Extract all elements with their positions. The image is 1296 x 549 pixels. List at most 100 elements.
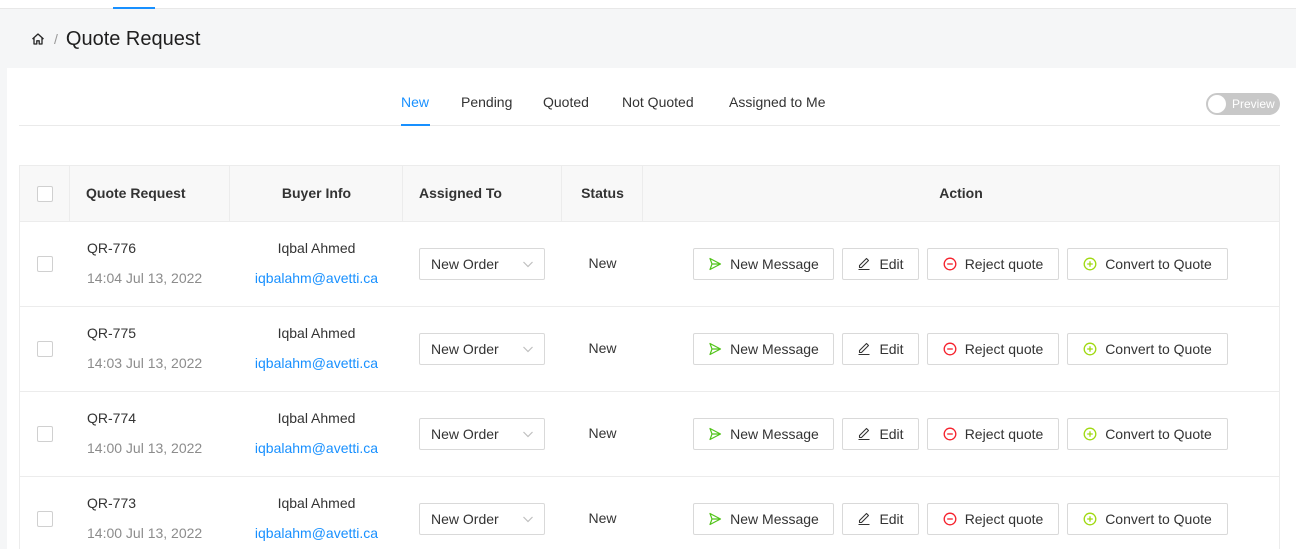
table-row: QR-774 14:00 Jul 13, 2022 Iqbal Ahmed iq… <box>20 392 1279 477</box>
edit-label: Edit <box>879 426 904 442</box>
minus-circle-icon <box>943 512 957 526</box>
column-header-assigned-to: Assigned To <box>419 185 502 201</box>
edit-button[interactable]: Edit <box>842 503 919 535</box>
quote-request-date: 14:00 Jul 13, 2022 <box>87 440 203 456</box>
plus-circle-icon <box>1083 512 1097 526</box>
plus-circle-icon <box>1083 257 1097 271</box>
send-icon <box>709 257 722 271</box>
quote-request-id[interactable]: QR-775 <box>87 325 136 341</box>
reject-quote-label: Reject quote <box>964 511 1044 527</box>
edit-label: Edit <box>879 256 904 272</box>
quote-request-id[interactable]: QR-773 <box>87 495 136 511</box>
buyer-email-link[interactable]: iqbalahm@avetti.ca <box>230 355 403 371</box>
preview-toggle[interactable]: Preview <box>1206 93 1280 115</box>
send-icon <box>709 512 722 526</box>
tab-quoted[interactable]: Quoted <box>543 94 589 110</box>
convert-to-quote-label: Convert to Quote <box>1105 256 1212 272</box>
table-row: QR-775 14:03 Jul 13, 2022 Iqbal Ahmed iq… <box>20 307 1279 392</box>
assigned-to-select[interactable]: New Order <box>419 333 545 365</box>
plus-circle-icon <box>1083 342 1097 356</box>
edit-label: Edit <box>879 341 904 357</box>
convert-to-quote-button[interactable]: Convert to Quote <box>1067 333 1228 365</box>
new-message-button[interactable]: New Message <box>693 333 834 365</box>
tab-pending[interactable]: Pending <box>461 94 512 110</box>
convert-to-quote-button[interactable]: Convert to Quote <box>1067 248 1228 280</box>
edit-button[interactable]: Edit <box>842 333 919 365</box>
tab-not-quoted[interactable]: Not Quoted <box>622 94 694 110</box>
home-icon[interactable] <box>30 31 46 47</box>
new-message-button[interactable]: New Message <box>693 418 834 450</box>
status-label: New <box>588 510 617 526</box>
reject-quote-button[interactable]: Reject quote <box>927 418 1059 450</box>
edit-icon <box>858 512 870 526</box>
assigned-to-select[interactable]: New Order <box>419 503 545 535</box>
column-header-status: Status <box>581 185 624 201</box>
status-label: New <box>588 425 617 441</box>
quote-request-id[interactable]: QR-776 <box>87 240 136 256</box>
table-row: QR-773 14:00 Jul 13, 2022 Iqbal Ahmed iq… <box>20 477 1279 549</box>
edit-icon <box>858 257 870 271</box>
reject-quote-label: Reject quote <box>964 426 1044 442</box>
table-header: Quote Request Buyer Info Assigned To Sta… <box>20 166 1279 222</box>
new-message-button[interactable]: New Message <box>693 248 834 280</box>
quote-request-date: 14:00 Jul 13, 2022 <box>87 525 203 541</box>
new-message-button[interactable]: New Message <box>693 503 834 535</box>
row-checkbox[interactable] <box>37 341 53 357</box>
send-icon <box>709 342 722 356</box>
status-label: New <box>588 340 617 356</box>
buyer-name: Iqbal Ahmed <box>277 325 356 341</box>
new-message-label: New Message <box>730 511 819 527</box>
buyer-name: Iqbal Ahmed <box>277 495 356 511</box>
convert-to-quote-button[interactable]: Convert to Quote <box>1067 503 1228 535</box>
buyer-name: Iqbal Ahmed <box>277 240 356 256</box>
edit-label: Edit <box>879 511 904 527</box>
reject-quote-button[interactable]: Reject quote <box>927 503 1059 535</box>
convert-to-quote-label: Convert to Quote <box>1105 341 1212 357</box>
send-icon <box>709 427 722 441</box>
toggle-knob <box>1208 95 1226 113</box>
tab-new[interactable]: New <box>401 94 429 110</box>
chevron-down-icon <box>522 512 534 524</box>
breadcrumb: / Quote Request <box>30 27 200 51</box>
reject-quote-label: Reject quote <box>964 256 1044 272</box>
new-message-label: New Message <box>730 426 819 442</box>
buyer-email-link[interactable]: iqbalahm@avetti.ca <box>230 270 403 286</box>
chevron-down-icon <box>522 342 534 354</box>
assigned-to-select[interactable]: New Order <box>419 418 545 450</box>
active-nav-indicator <box>113 7 155 9</box>
chevron-down-icon <box>522 257 534 269</box>
minus-circle-icon <box>943 427 957 441</box>
preview-toggle-label: Preview <box>1232 97 1275 111</box>
quote-request-date: 14:04 Jul 13, 2022 <box>87 270 203 286</box>
reject-quote-label: Reject quote <box>964 341 1044 357</box>
status-label: New <box>588 255 617 271</box>
main-panel: New Pending Quoted Not Quoted Assigned t… <box>7 68 1296 549</box>
quote-request-date: 14:03 Jul 13, 2022 <box>87 355 203 371</box>
quote-request-id[interactable]: QR-774 <box>87 410 136 426</box>
edit-button[interactable]: Edit <box>842 418 919 450</box>
chevron-down-icon <box>522 427 534 439</box>
breadcrumb-separator: / <box>54 31 58 47</box>
row-checkbox[interactable] <box>37 511 53 527</box>
table-row: QR-776 14:04 Jul 13, 2022 Iqbal Ahmed iq… <box>20 222 1279 307</box>
buyer-email-link[interactable]: iqbalahm@avetti.ca <box>230 525 403 541</box>
reject-quote-button[interactable]: Reject quote <box>927 333 1059 365</box>
assigned-to-value: New Order <box>431 341 499 357</box>
buyer-name: Iqbal Ahmed <box>277 410 356 426</box>
reject-quote-button[interactable]: Reject quote <box>927 248 1059 280</box>
convert-to-quote-label: Convert to Quote <box>1105 426 1212 442</box>
row-checkbox[interactable] <box>37 426 53 442</box>
buyer-email-link[interactable]: iqbalahm@avetti.ca <box>230 440 403 456</box>
edit-icon <box>858 342 870 356</box>
top-navigation-bar <box>0 0 1296 9</box>
edit-button[interactable]: Edit <box>842 248 919 280</box>
assigned-to-value: New Order <box>431 511 499 527</box>
tab-assigned-to-me[interactable]: Assigned to Me <box>729 94 826 110</box>
edit-icon <box>858 427 870 441</box>
convert-to-quote-button[interactable]: Convert to Quote <box>1067 418 1228 450</box>
select-all-checkbox[interactable] <box>37 186 53 202</box>
assigned-to-select[interactable]: New Order <box>419 248 545 280</box>
minus-circle-icon <box>943 342 957 356</box>
minus-circle-icon <box>943 257 957 271</box>
row-checkbox[interactable] <box>37 256 53 272</box>
